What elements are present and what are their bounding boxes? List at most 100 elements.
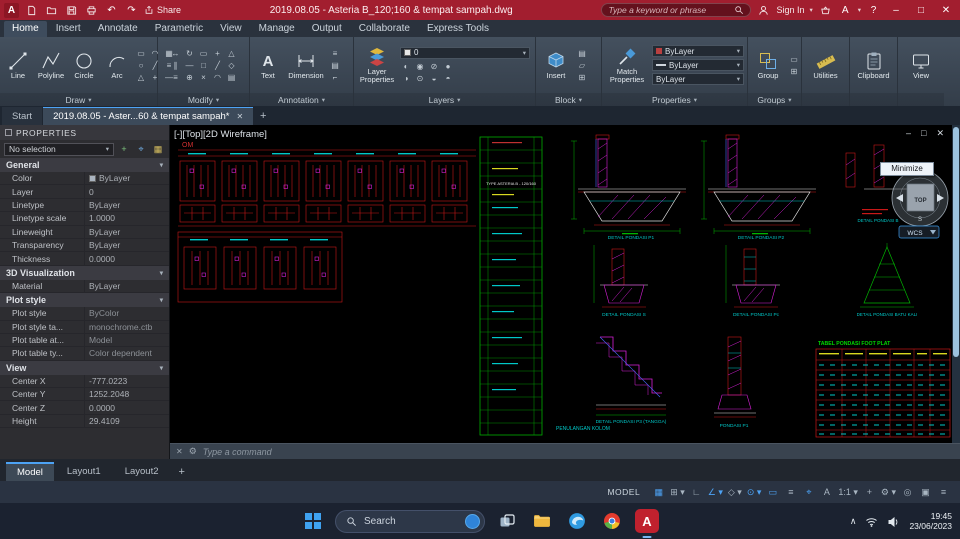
sign-in-avatar[interactable] xyxy=(756,3,771,17)
vertical-scrollbar[interactable] xyxy=(952,125,960,443)
properties-palette-header[interactable]: PROPERTIES xyxy=(0,125,169,140)
utilities-tool[interactable]: Utilities xyxy=(804,51,848,80)
properties-panel-label[interactable]: Properties ▾ xyxy=(602,93,747,106)
glyph-icon[interactable]: ▭ xyxy=(788,54,800,65)
help-button[interactable]: ? xyxy=(866,3,881,17)
prop-row-height[interactable]: Height 29.4109 xyxy=(0,414,169,429)
glyph-icon[interactable]: ▤ xyxy=(226,72,238,83)
glyph-icon[interactable]: ⊘ xyxy=(428,61,440,72)
window-close-button[interactable]: ✕ xyxy=(936,2,956,18)
clock[interactable]: 19:45 23/06/2023 xyxy=(909,511,952,531)
glyph-icon[interactable]: ⊙ ▾ xyxy=(745,485,764,500)
window-maximize-button[interactable]: □ xyxy=(911,2,931,18)
command-input[interactable]: Type a command xyxy=(203,447,272,457)
glyph-icon[interactable]: ▭ xyxy=(198,48,210,59)
wcs-label[interactable]: WCS xyxy=(907,230,923,237)
model-space-label[interactable]: MODEL xyxy=(607,487,640,497)
section-3d-visualization[interactable]: 3D Visualization ▾ xyxy=(0,265,169,280)
glyph-icon[interactable]: ⚙ ▾ xyxy=(879,485,898,500)
insert-block-tool[interactable]: Insert xyxy=(539,51,573,80)
viewport-controls-label[interactable]: [-][Top][2D Wireframe] xyxy=(174,129,267,140)
block-panel-label[interactable]: Block ▾ xyxy=(536,93,601,106)
section-general[interactable]: General ▾ xyxy=(0,158,169,172)
glyph-icon[interactable]: ∥ xyxy=(170,60,182,71)
layer-select-combo[interactable]: 0 ▾ xyxy=(400,46,530,59)
prop-row-material[interactable]: Material ByLayer xyxy=(0,279,169,294)
object-color-combo[interactable]: ByLayer ▾ xyxy=(652,45,744,57)
line-tool[interactable]: Line xyxy=(3,51,33,80)
new-drawing-tab-button[interactable]: + xyxy=(254,107,272,125)
undo-button[interactable]: ↶ xyxy=(104,3,119,17)
polyline-tool[interactable]: Polyline xyxy=(36,51,66,80)
glyph-icon[interactable]: ⊕ xyxy=(184,72,196,83)
layout-tab-layout1[interactable]: Layout1 xyxy=(56,462,112,481)
viewport-restore-button[interactable]: □ xyxy=(921,128,926,139)
glyph-icon[interactable]: ↻ xyxy=(184,48,196,59)
glyph-icon[interactable]: ◎ xyxy=(899,485,916,500)
glyph-icon[interactable]: ◐ xyxy=(400,61,412,72)
tab-collaborate[interactable]: Collaborate xyxy=(351,21,418,37)
match-properties-tool[interactable]: Match Properties xyxy=(605,47,649,84)
arc-tool[interactable]: Arc xyxy=(102,51,132,80)
glyph-icon[interactable]: ◒ xyxy=(428,73,440,84)
close-tab-icon[interactable]: ✕ xyxy=(236,112,243,121)
drawing-canvas[interactable]: TYPE ASTERIA B - 120/160 DETAIL PONDASI … xyxy=(170,125,952,443)
edge-button[interactable] xyxy=(564,508,590,534)
file-tab-drawing[interactable]: 2019.08.05 - Aster...60 & tempat sampah*… xyxy=(43,107,254,125)
viewcube-south-label[interactable]: S xyxy=(918,217,922,223)
prop-row-layer[interactable]: Layer 0 xyxy=(0,185,169,199)
prop-row-plot-table-attached[interactable]: Plot table at... Model xyxy=(0,333,169,348)
new-file-button[interactable] xyxy=(24,3,39,17)
new-layout-button[interactable]: + xyxy=(172,462,192,481)
glyph-icon[interactable]: ⌖ xyxy=(800,485,817,500)
draw-panel-label[interactable]: Draw ▾ xyxy=(0,93,157,106)
layout-tab-model[interactable]: Model xyxy=(6,462,54,481)
app-store-button[interactable] xyxy=(818,3,833,17)
prop-row-plot-style-table[interactable]: Plot style ta... monochrome.ctb xyxy=(0,320,169,334)
glyph-icon[interactable]: ∟ xyxy=(688,485,705,500)
select-objects-button[interactable]: ⌖ xyxy=(134,143,148,156)
viewport-close-button[interactable]: ✕ xyxy=(936,128,944,139)
help-search-input[interactable]: Type a keyword or phrase xyxy=(601,3,752,17)
volume-icon[interactable] xyxy=(887,515,900,528)
glyph-icon[interactable]: ◑ xyxy=(400,73,412,84)
layer-properties-tool[interactable]: Layer Properties xyxy=(357,47,397,84)
annotation-panel-label[interactable]: Annotation ▾ xyxy=(250,93,353,106)
tab-express-tools[interactable]: Express Tools xyxy=(419,21,497,37)
glyph-icon[interactable]: ⌐ xyxy=(329,72,341,83)
layout-tab-layout2[interactable]: Layout2 xyxy=(114,462,170,481)
prop-row-linetype-scale[interactable]: Linetype scale 1.0000 xyxy=(0,212,169,226)
text-tool[interactable]: A Text xyxy=(253,51,283,80)
glyph-icon[interactable]: ● xyxy=(442,61,454,72)
prop-row-center-x[interactable]: Center X -777.0223 xyxy=(0,374,169,389)
open-file-button[interactable] xyxy=(44,3,59,17)
view-tool[interactable]: View xyxy=(899,51,943,80)
prop-row-center-y[interactable]: Center Y 1252.2048 xyxy=(0,388,169,402)
glyph-icon[interactable]: ⊞ xyxy=(576,72,588,83)
prop-row-plot-style[interactable]: Plot style ByColor xyxy=(0,307,169,321)
glyph-icon[interactable]: ∠ ▾ xyxy=(706,485,725,500)
wifi-icon[interactable] xyxy=(865,515,878,528)
modify-panel-label[interactable]: Modify ▾ xyxy=(158,93,249,106)
glyph-icon[interactable]: ▭ xyxy=(135,48,147,59)
tab-annotate[interactable]: Annotate xyxy=(90,21,146,37)
autocad-taskbar-button[interactable]: A xyxy=(634,508,660,538)
prop-row-center-z[interactable]: Center Z 0.0000 xyxy=(0,401,169,415)
viewcube-top-label[interactable]: TOP xyxy=(914,198,926,204)
glyph-icon[interactable]: — xyxy=(184,60,196,71)
glyph-icon[interactable]: ◠ xyxy=(212,72,224,83)
tab-output[interactable]: Output xyxy=(304,21,350,37)
glyph-icon[interactable]: ╱ xyxy=(212,60,224,71)
glyph-icon[interactable]: ◇ ▾ xyxy=(726,485,744,500)
toggle-pickadd-button[interactable]: + xyxy=(117,143,131,156)
glyph-icon[interactable]: ◉ xyxy=(414,61,426,72)
glyph-icon[interactable]: ≡ xyxy=(935,485,952,500)
prop-row-transparency[interactable]: Transparency ByLayer xyxy=(0,238,169,253)
account-menu[interactable]: A xyxy=(838,3,853,17)
glyph-icon[interactable]: ≡ xyxy=(329,48,341,59)
tab-parametric[interactable]: Parametric xyxy=(147,21,211,37)
tab-view[interactable]: View xyxy=(212,21,250,37)
glyph-icon[interactable]: ▭ xyxy=(764,485,781,500)
glyph-icon[interactable]: △ xyxy=(226,48,238,59)
glyph-icon[interactable]: + xyxy=(861,485,878,500)
